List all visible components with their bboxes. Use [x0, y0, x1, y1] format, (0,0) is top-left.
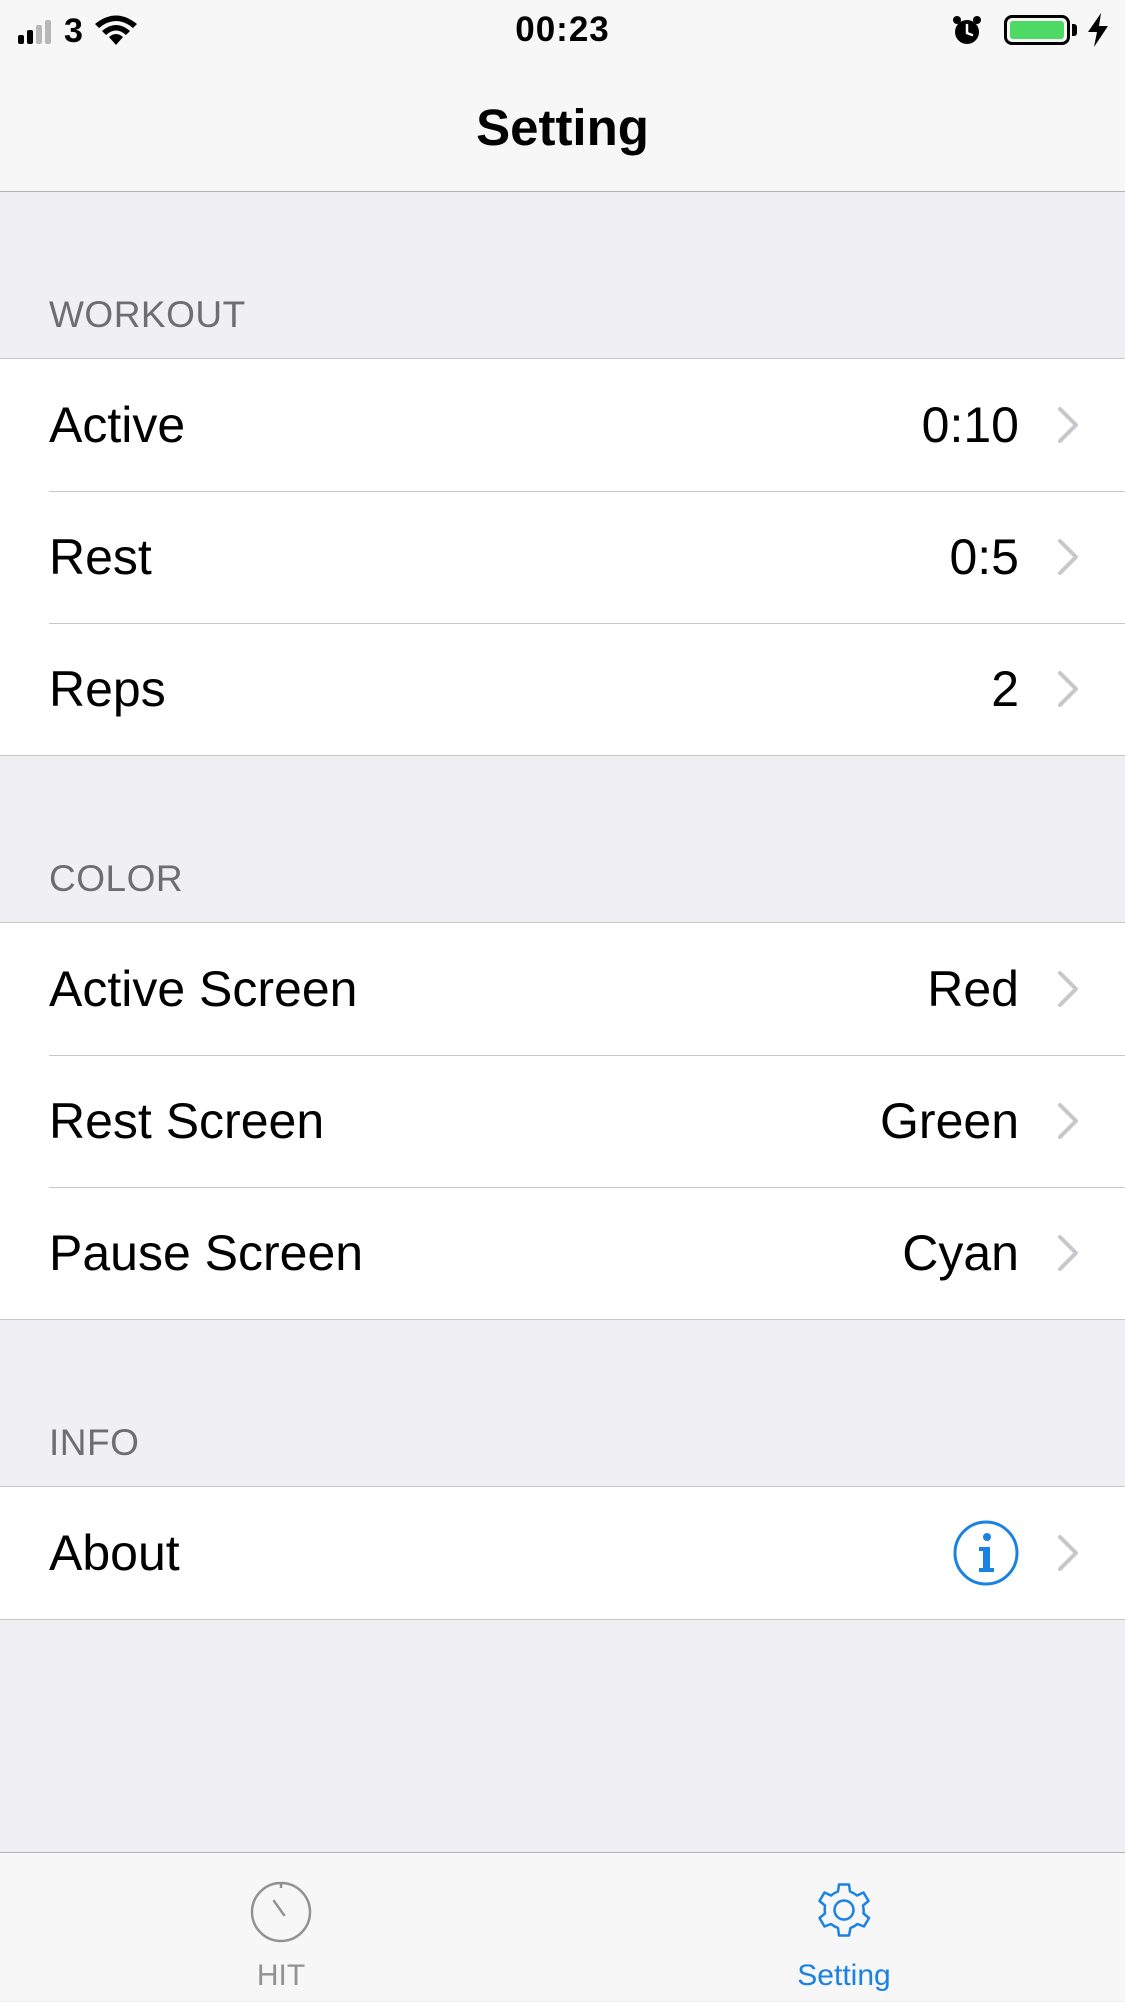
info-icon — [953, 1520, 1019, 1586]
status-right — [950, 12, 1111, 48]
row-label: Rest — [49, 529, 152, 585]
row-rest[interactable]: Rest 0:5 — [0, 491, 1125, 623]
battery-tip — [1072, 24, 1077, 36]
chevron-right-icon — [1058, 1103, 1078, 1139]
tab-label: Setting — [797, 1959, 891, 1992]
tab-setting[interactable]: Setting — [694, 1853, 994, 2002]
row-label: Rest Screen — [49, 1093, 325, 1149]
chevron-right-icon — [1058, 407, 1078, 443]
chevron-right-icon — [1058, 671, 1078, 707]
chevron-right-icon — [1058, 539, 1078, 575]
chevron-right-icon — [1058, 1235, 1078, 1271]
section-header-color: COLOR — [49, 858, 184, 899]
row-value: Red — [927, 961, 1019, 1017]
row-label: Reps — [49, 661, 166, 717]
tab-hit[interactable]: HIT — [131, 1853, 431, 2002]
row-value: 0:10 — [921, 397, 1019, 453]
row-value: Green — [880, 1093, 1019, 1149]
page-title: Setting — [476, 99, 649, 156]
battery-icon — [1004, 15, 1070, 45]
status-bar: 3 00:23 — [0, 0, 1125, 60]
row-rest-screen[interactable]: Rest Screen Green — [0, 1055, 1125, 1187]
chevron-right-icon — [1058, 1535, 1078, 1571]
row-value: 0:5 — [949, 529, 1019, 585]
alarm-icon — [953, 16, 981, 44]
row-label: About — [49, 1525, 180, 1581]
section-header-info: INFO — [49, 1422, 140, 1463]
row-active[interactable]: Active 0:10 — [0, 359, 1125, 491]
tab-bar: HIT Setting — [0, 1852, 1125, 2001]
row-pause-screen[interactable]: Pause Screen Cyan — [0, 1187, 1125, 1319]
row-value: Cyan — [902, 1225, 1019, 1281]
gear-icon — [818, 1883, 871, 1937]
row-reps[interactable]: Reps 2 — [0, 623, 1125, 755]
chevron-right-icon — [1058, 971, 1078, 1007]
section-header-workout: WORKOUT — [49, 294, 246, 335]
row-active-screen[interactable]: Active Screen Red — [0, 923, 1125, 1055]
charging-bolt-icon — [1088, 13, 1108, 47]
row-label: Active Screen — [49, 961, 358, 1017]
row-label: Active — [49, 397, 186, 453]
color-group: Active Screen Red Rest Screen Green Paus… — [0, 922, 1125, 1320]
row-label: Pause Screen — [49, 1225, 364, 1281]
info-group: About — [0, 1486, 1125, 1620]
workout-group: Active 0:10 Rest 0:5 Reps 2 — [0, 358, 1125, 756]
row-value: 2 — [991, 661, 1019, 717]
stopwatch-icon — [250, 1881, 312, 1943]
row-about[interactable]: About — [0, 1487, 1125, 1619]
tab-label: HIT — [256, 1959, 306, 1992]
navigation-bar: Setting — [0, 60, 1125, 192]
